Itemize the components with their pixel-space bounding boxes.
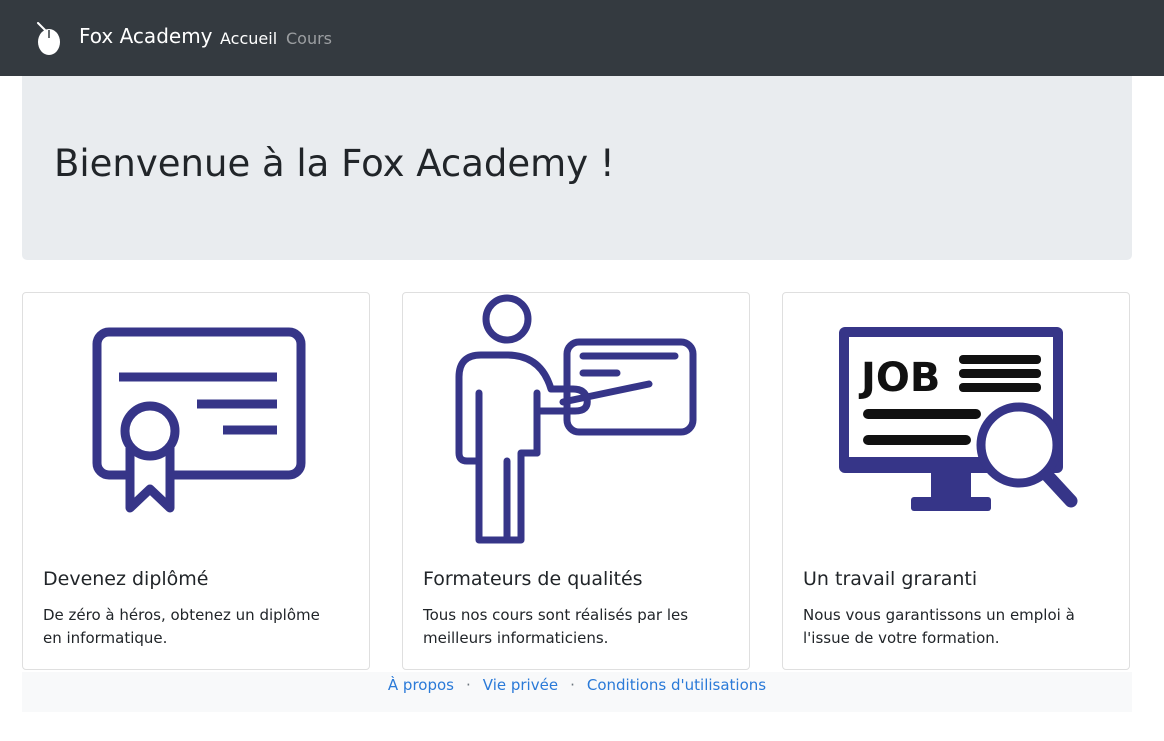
nav-link-cours[interactable]: Cours: [286, 29, 332, 48]
job-search-icon: JOB: [839, 327, 1078, 511]
card-title: Devenez diplômé: [43, 568, 209, 590]
card-text: Tous nos cours sont réalisés par les mei…: [423, 606, 689, 647]
card-title: Formateurs de qualités: [423, 568, 643, 590]
brand-name[interactable]: Fox Academy: [79, 24, 213, 48]
mouse-logo-icon[interactable]: [35, 22, 63, 56]
footer-link-terms[interactable]: Conditions d'utilisations: [587, 676, 766, 694]
footer-link-about[interactable]: À propos: [388, 676, 454, 694]
footer-link-privacy[interactable]: Vie privée: [483, 676, 558, 694]
job-word: JOB: [858, 355, 940, 401]
trainer-icon: [455, 294, 697, 544]
card-trainer: Formateurs de qualités Tous nos cours so…: [402, 292, 750, 670]
hero-banner: Bienvenue à la Fox Academy !: [22, 76, 1132, 260]
navbar: Fox Academy Accueil Cours: [0, 0, 1164, 76]
footer: À propos · Vie privée · Conditions d'utilisa…: [22, 672, 1132, 712]
footer-links: À propos · Vie privée · Conditions d'utilisa…: [22, 676, 1132, 694]
footer-separator: ·: [465, 676, 471, 694]
page-title: Bienvenue à la Fox Academy !: [54, 142, 615, 185]
footer-separator: ·: [570, 676, 575, 694]
card-job: JOB Un travail graranti Nous vous garant…: [782, 292, 1130, 670]
diploma-icon: [92, 327, 306, 513]
card-text: Nous vous garantissons un emploi à l'iss…: [803, 606, 1075, 647]
card-title: Un travail graranti: [803, 568, 978, 590]
card-text: De zéro à héros, obtenez un diplôme en i…: [43, 606, 320, 647]
nav-link-accueil[interactable]: Accueil: [220, 29, 277, 48]
card-diploma: Devenez diplômé De zéro à héros, obtenez…: [22, 292, 370, 670]
